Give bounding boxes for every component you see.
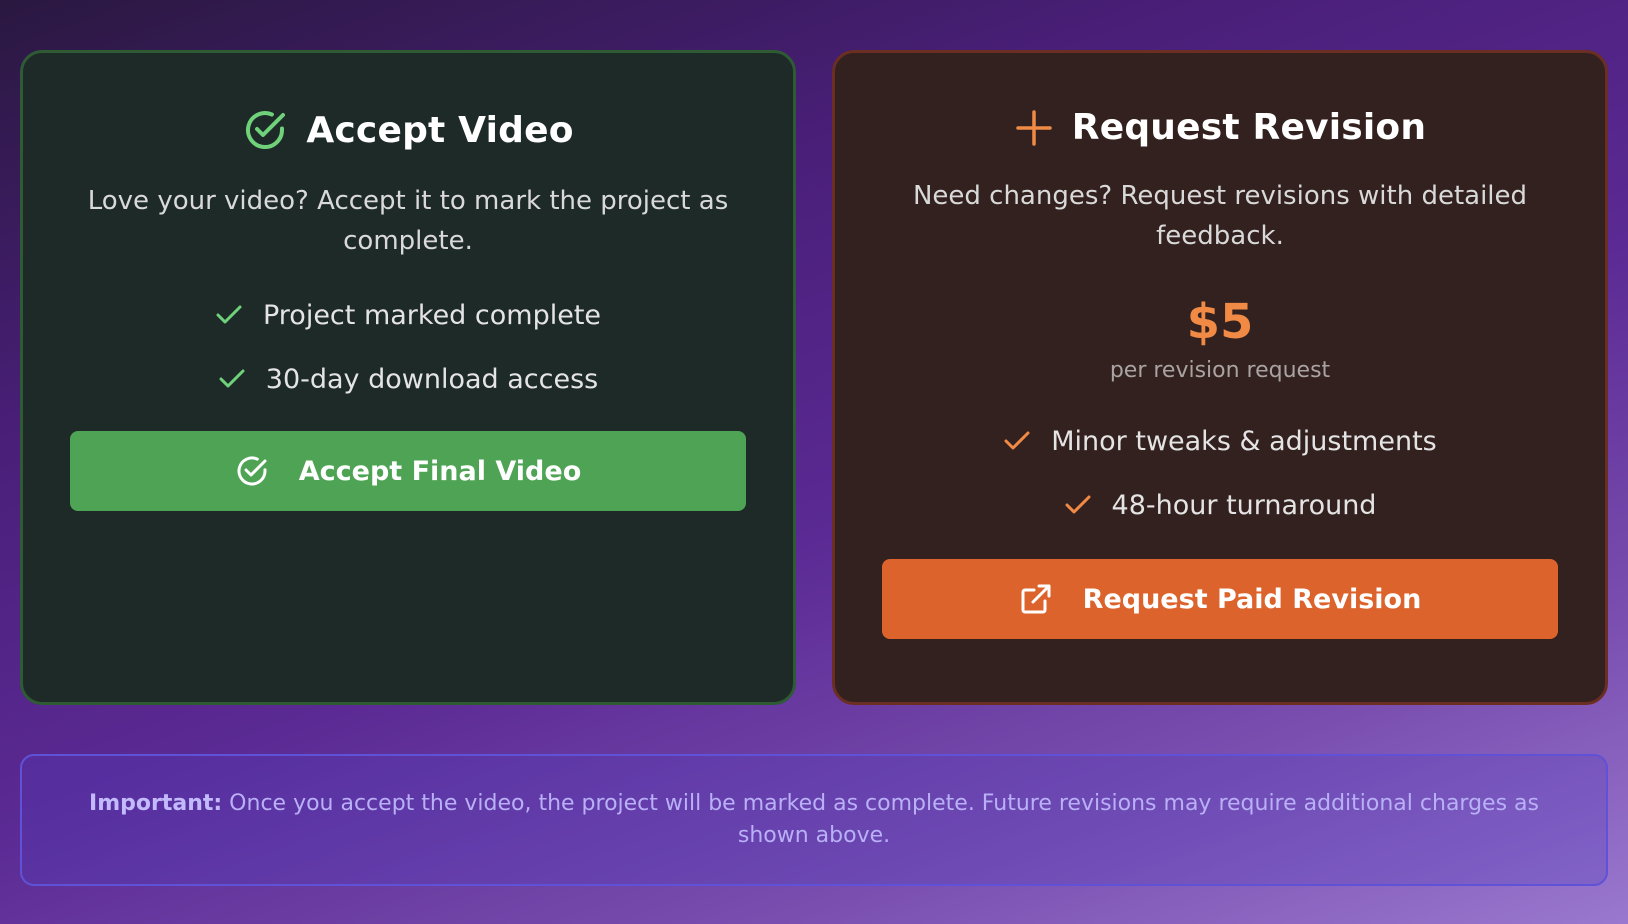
- button-label: Request Paid Revision: [1082, 583, 1422, 615]
- list-item: Minor tweaks & adjustments: [1003, 409, 1437, 473]
- accept-card-description: Love your video? Accept it to mark the p…: [87, 186, 729, 256]
- revision-card-header: Request Revision: [1014, 107, 1426, 148]
- check-icon: [1003, 430, 1031, 452]
- feature-label: Minor tweaks & adjustments: [1051, 425, 1437, 457]
- accept-final-video-button[interactable]: Accept Final Video: [70, 431, 746, 511]
- feature-label: 48-hour turnaround: [1111, 489, 1377, 521]
- check-icon: [215, 304, 243, 326]
- check-icon: [218, 368, 246, 390]
- button-label: Accept Final Video: [298, 455, 582, 487]
- accept-feature-list: Project marked complete 30-day download …: [215, 283, 601, 411]
- revision-card-description: Need changes? Request revisions with det…: [912, 181, 1528, 251]
- notice-text: Once you accept the video, the project w…: [222, 791, 1539, 848]
- check-circle-icon: [235, 454, 269, 488]
- request-paid-revision-button[interactable]: Request Paid Revision: [882, 559, 1558, 639]
- list-item: 48-hour turnaround: [1064, 473, 1377, 537]
- revision-price-caption: per revision request: [1109, 358, 1331, 383]
- external-link-icon: [1019, 582, 1053, 616]
- revision-card-title: Request Revision: [1071, 107, 1427, 148]
- list-item: 30-day download access: [218, 347, 598, 411]
- check-icon: [1064, 494, 1092, 516]
- list-item: Project marked complete: [215, 283, 601, 347]
- feature-label: Project marked complete: [262, 299, 602, 331]
- revision-feature-list: Minor tweaks & adjustments 48-hour turna…: [1003, 409, 1437, 537]
- feature-label: 30-day download access: [265, 363, 599, 395]
- accept-card-header: Accept Video: [242, 107, 573, 153]
- revision-price: $5: [1186, 294, 1254, 350]
- notice-label: Important:: [89, 791, 223, 816]
- accept-card-title: Accept Video: [306, 109, 574, 151]
- check-circle-icon: [242, 107, 288, 153]
- notice-text-block: Important: Once you accept the video, th…: [72, 788, 1556, 852]
- request-revision-card: Request Revision Need changes? Request r…: [832, 50, 1608, 705]
- plus-icon: [1014, 108, 1054, 148]
- important-notice: Important: Once you accept the video, th…: [20, 754, 1608, 886]
- accept-video-card: Accept Video Love your video? Accept it …: [20, 50, 796, 705]
